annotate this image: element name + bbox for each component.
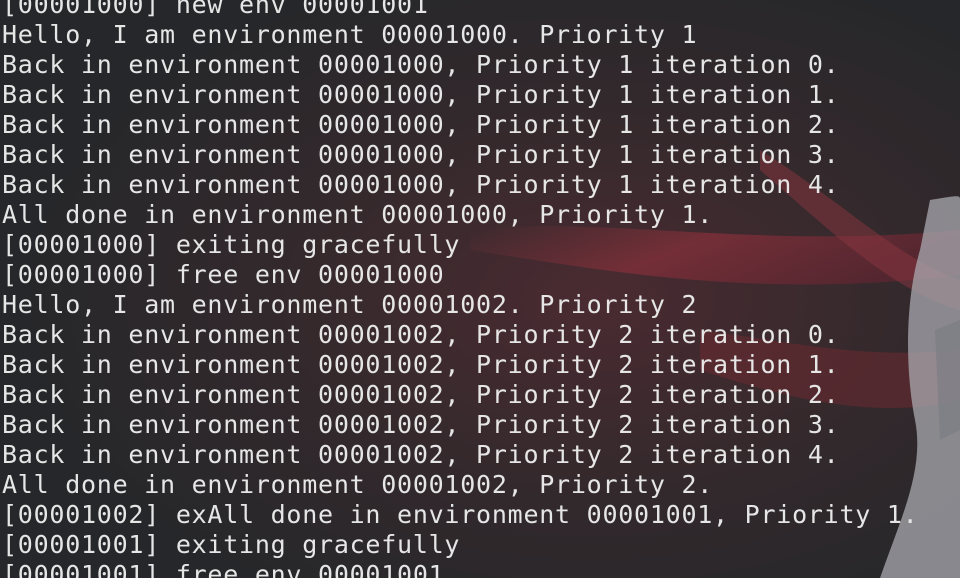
terminal-line: [00001002] exAll done in environment 000… [2, 500, 919, 529]
terminal-line: All done in environment 00001002, Priori… [2, 470, 714, 499]
terminal-line: Back in environment 00001002, Priority 2… [2, 350, 840, 379]
terminal-line: Back in environment 00001002, Priority 2… [2, 440, 840, 469]
terminal-line: Back in environment 00001000, Priority 1… [2, 170, 840, 199]
terminal-line: [00001000] new env 00001001 [2, 0, 429, 19]
terminal-line: Back in environment 00001000, Priority 1… [2, 140, 840, 169]
terminal-line: All done in environment 00001000, Priori… [2, 200, 714, 229]
terminal-output[interactable]: [00001000] new env 00001001 Hello, I am … [0, 0, 960, 578]
terminal-line: Back in environment 00001002, Priority 2… [2, 380, 840, 409]
terminal-line: [00001000] exiting gracefully [2, 230, 461, 259]
terminal-line: Hello, I am environment 00001000. Priori… [2, 20, 698, 49]
terminal-line: [00001001] free env 00001001 [2, 560, 445, 578]
terminal-lines: [00001000] new env 00001001 Hello, I am … [2, 0, 918, 578]
terminal-line: Back in environment 00001002, Priority 2… [2, 320, 840, 349]
terminal-line: Back in environment 00001000, Priority 1… [2, 110, 840, 139]
terminal-line: Back in environment 00001002, Priority 2… [2, 410, 840, 439]
terminal-line: Back in environment 00001000, Priority 1… [2, 50, 840, 79]
terminal-line: Hello, I am environment 00001002. Priori… [2, 290, 698, 319]
terminal-line: Back in environment 00001000, Priority 1… [2, 80, 840, 109]
terminal-line: [00001001] exiting gracefully [2, 530, 461, 559]
terminal-line: [00001000] free env 00001000 [2, 260, 445, 289]
